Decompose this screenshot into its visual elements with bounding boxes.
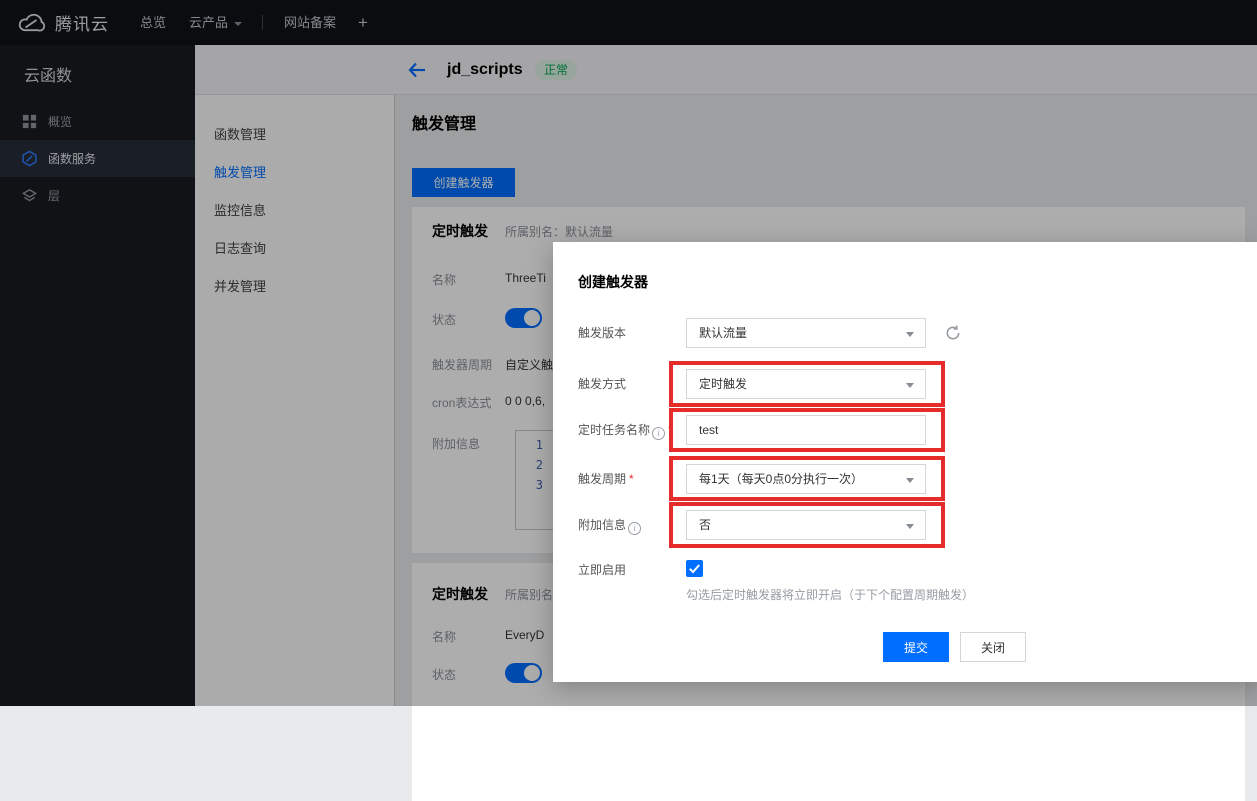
enable-label: 立即启用 [578, 562, 626, 579]
task-name-input[interactable] [686, 415, 926, 445]
info-icon[interactable] [652, 427, 665, 440]
type-label: 触发方式 [578, 376, 626, 393]
enable-hint: 勾选后定时触发器将立即开启（于下个配置周期触发） [686, 586, 974, 603]
extra-info-select[interactable]: 否 [686, 510, 926, 540]
caret-down-icon [906, 478, 914, 483]
refresh-icon[interactable] [944, 324, 962, 342]
info-icon[interactable] [628, 522, 641, 535]
create-trigger-modal: 创建触发器 触发版本 默认流量 触发方式 定时触发 定时任务名称* 触发周期* … [553, 242, 1257, 682]
submit-button[interactable]: 提交 [883, 632, 949, 662]
caret-down-icon [906, 332, 914, 337]
extra-info-label: 附加信息 [578, 517, 641, 534]
trigger-type-select[interactable]: 定时触发 [686, 369, 926, 399]
close-button[interactable]: 关闭 [960, 632, 1026, 662]
period-label: 触发周期* [578, 471, 634, 488]
version-label: 触发版本 [578, 325, 626, 342]
trigger-period-select[interactable]: 每1天（每天0点0分执行一次） [686, 464, 926, 494]
caret-down-icon [906, 524, 914, 529]
task-name-label: 定时任务名称* [578, 422, 673, 439]
enable-checkbox[interactable] [686, 560, 703, 577]
version-value: 默认流量 [699, 326, 747, 340]
period-value: 每1天（每天0点0分执行一次） [699, 472, 863, 486]
modal-title: 创建触发器 [578, 272, 648, 292]
caret-down-icon [906, 383, 914, 388]
extra-info-value: 否 [699, 518, 711, 532]
version-select[interactable]: 默认流量 [686, 318, 926, 348]
checkmark-icon [686, 560, 703, 577]
type-value: 定时触发 [699, 377, 747, 391]
